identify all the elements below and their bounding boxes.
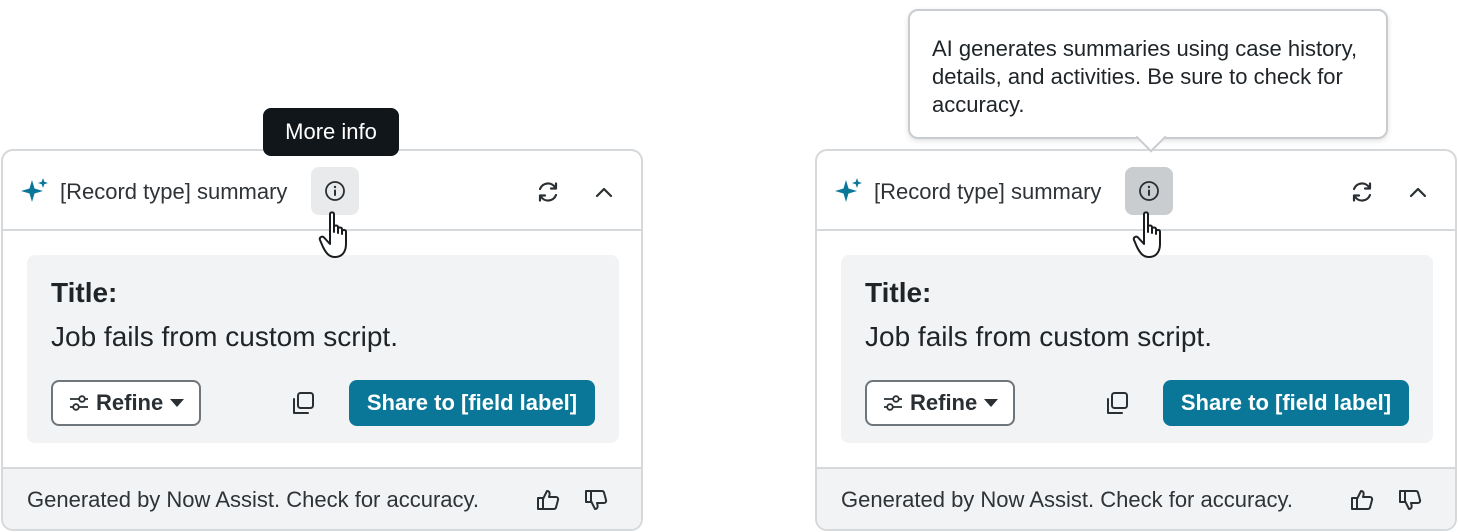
thumbs-down-icon[interactable] xyxy=(1397,487,1423,513)
info-icon xyxy=(325,181,345,201)
info-icon xyxy=(1139,181,1159,201)
refine-button[interactable]: Refine xyxy=(51,380,201,426)
summary-content: Title: Job fails from custom script. Ref… xyxy=(27,255,619,443)
summary-content: Title: Job fails from custom script. Ref… xyxy=(841,255,1433,443)
summary-text: Job fails from custom script. xyxy=(51,321,398,352)
chevron-up-icon[interactable] xyxy=(589,177,619,207)
copy-icon[interactable] xyxy=(1103,390,1131,418)
more-info-button[interactable] xyxy=(1125,167,1173,215)
refine-label: Refine xyxy=(96,390,164,415)
refresh-icon[interactable] xyxy=(1347,177,1377,207)
summary-card-right: [Record type] summary Title: Job fails f… xyxy=(815,149,1457,531)
more-info-tooltip: More info xyxy=(263,108,399,156)
summary-card-left: [Record type] summary Title: Job fails f… xyxy=(1,149,643,531)
info-popover: AI generates summaries using case histor… xyxy=(908,9,1388,153)
share-button[interactable]: Share to [field label] xyxy=(349,380,595,426)
disclaimer-text: Generated by Now Assist. Check for accur… xyxy=(27,487,479,512)
popover-arrow xyxy=(1135,121,1167,153)
caret-down-icon xyxy=(170,399,185,407)
share-button[interactable]: Share to [field label] xyxy=(1163,380,1409,426)
card-title: [Record type] summary xyxy=(874,179,1102,204)
disclaimer-text: Generated by Now Assist. Check for accur… xyxy=(841,487,1293,512)
thumbs-up-icon[interactable] xyxy=(1349,487,1375,513)
sparkle-icon xyxy=(21,178,48,202)
card-footer: Generated by Now Assist. Check for accur… xyxy=(3,467,641,529)
sparkle-icon xyxy=(835,178,862,202)
card-footer: Generated by Now Assist. Check for accur… xyxy=(817,467,1455,529)
thumbs-down-icon[interactable] xyxy=(583,487,609,513)
caret-down-icon xyxy=(984,399,999,407)
refine-button[interactable]: Refine xyxy=(865,380,1015,426)
summary-title-label: Title: xyxy=(865,277,932,308)
hand-cursor-icon xyxy=(1132,211,1161,258)
card-title: [Record type] summary xyxy=(60,179,288,204)
summary-title-label: Title: xyxy=(51,277,118,308)
refine-label: Refine xyxy=(910,390,978,415)
copy-icon[interactable] xyxy=(289,390,317,418)
refresh-icon[interactable] xyxy=(533,177,563,207)
sliders-icon xyxy=(70,395,88,411)
summary-text: Job fails from custom script. xyxy=(865,321,1212,352)
sliders-icon xyxy=(884,395,902,411)
hand-cursor-icon xyxy=(318,211,347,258)
more-info-button[interactable] xyxy=(311,167,359,215)
popover-text: AI generates summaries using case histor… xyxy=(932,36,1358,117)
chevron-up-icon[interactable] xyxy=(1403,177,1433,207)
thumbs-up-icon[interactable] xyxy=(535,487,561,513)
